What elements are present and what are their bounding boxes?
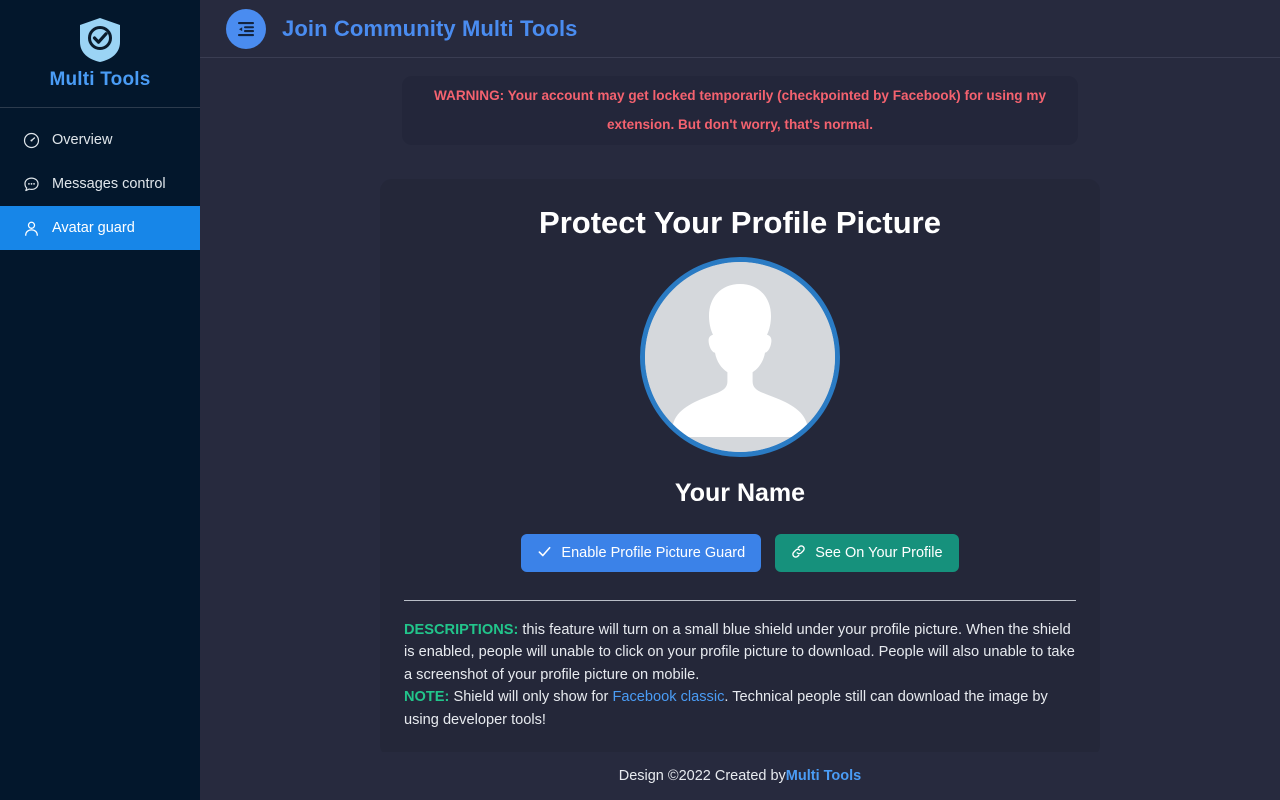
sidebar-nav: Overview Messages control Avatar guard [0,108,200,250]
note-label: NOTE: [404,689,450,706]
profile-guard-card: Protect Your Profile Picture Your Name E… [380,179,1100,752]
gauge-icon [22,131,40,149]
sidebar-item-label: Messages control [52,176,166,192]
sidebar-brand-label: Multi Tools [49,68,151,90]
topbar-title[interactable]: Join Community Multi Tools [282,16,578,42]
person-icon [22,219,40,237]
descriptions-label: DESCRIPTIONS: [404,622,519,638]
warning-text: WARNING: Your account may get locked tem… [433,87,1047,132]
note-before: Shield will only show for [449,689,613,706]
sidebar-brand: Multi Tools [0,0,200,108]
divider [404,600,1076,601]
sidebar-item-label: Avatar guard [52,220,135,236]
link-icon [791,544,806,563]
action-buttons: Enable Profile Picture Guard See On Your… [521,534,959,572]
list-indent-icon[interactable] [226,8,266,49]
warning-banner: WARNING: Your account may get locked tem… [402,76,1078,145]
facebook-classic-link[interactable]: Facebook classic [612,689,724,705]
sidebar-item-avatar-guard[interactable]: Avatar guard [0,206,200,250]
descriptions-text: DESCRIPTIONS: this feature will turn on … [404,619,1076,731]
button-label: Enable Profile Picture Guard [561,545,746,561]
chat-bubble-icon [22,175,40,193]
footer: Design ©2022 Created by Multi Tools [200,752,1280,800]
sidebar-item-messages-control[interactable]: Messages control [0,162,200,206]
default-user-avatar-icon [645,262,835,452]
button-label: See On Your Profile [815,545,943,561]
topbar: Join Community Multi Tools [200,0,1280,58]
main-area: Join Community Multi Tools WARNING: Your… [200,0,1280,800]
sidebar: Multi Tools Overview Messages control Av… [0,0,200,800]
see-on-your-profile-button[interactable]: See On Your Profile [775,534,959,572]
sidebar-item-overview[interactable]: Overview [0,118,200,162]
avatar [640,257,840,457]
sidebar-item-label: Overview [52,132,113,148]
profile-name: Your Name [674,479,806,507]
enable-profile-picture-guard-button[interactable]: Enable Profile Picture Guard [521,534,762,572]
page-title: Protect Your Profile Picture [539,205,941,240]
app-root: Multi Tools Overview Messages control Av… [0,0,1280,800]
shield-check-icon [78,17,122,63]
footer-text: Design ©2022 Created by [618,768,786,784]
footer-brand-link[interactable]: Multi Tools [786,768,861,784]
content-area: WARNING: Your account may get locked tem… [200,58,1280,752]
check-icon [537,544,552,563]
